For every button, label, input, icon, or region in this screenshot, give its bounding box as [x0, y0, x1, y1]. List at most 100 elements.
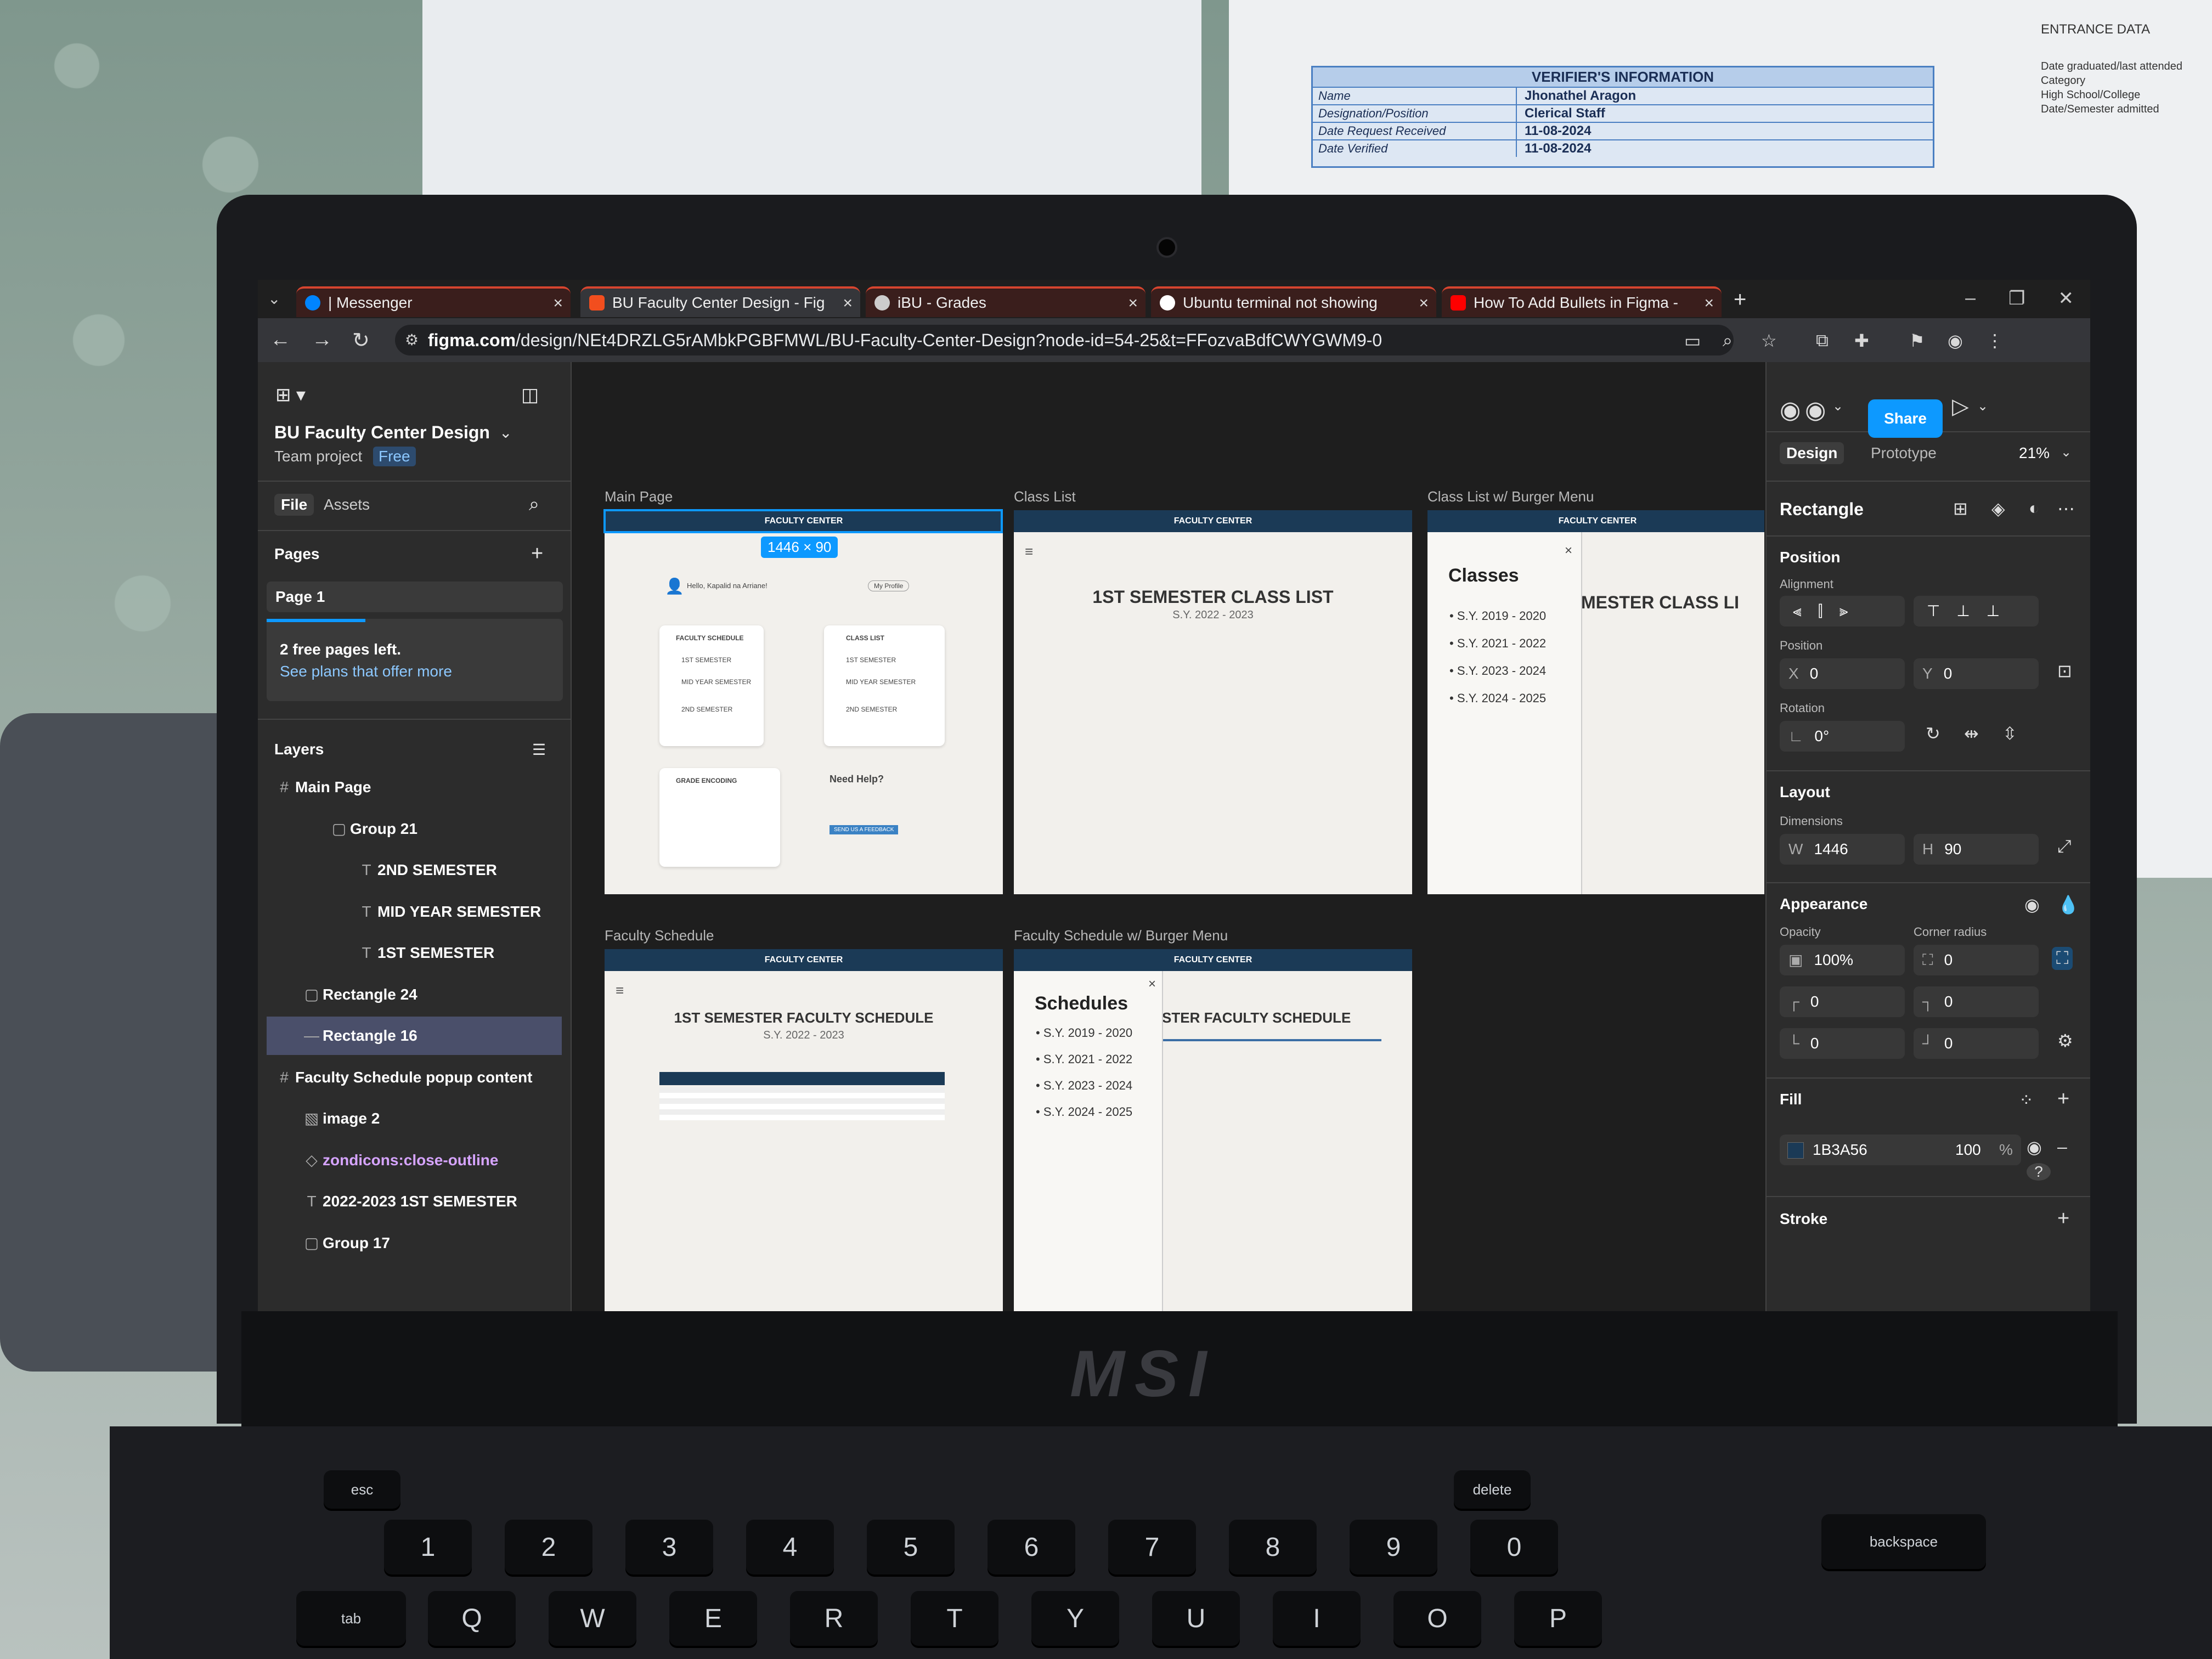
- key-y[interactable]: Y: [1031, 1591, 1119, 1646]
- layer-row[interactable]: — Rectangle 16: [267, 1017, 562, 1055]
- avatar[interactable]: ◉: [1780, 396, 1801, 424]
- chevron-down-icon[interactable]: ⌄: [2061, 444, 2072, 460]
- layer-row[interactable]: ▢ Group 21: [267, 810, 562, 848]
- tab-figma-design[interactable]: BU Faculty Center Design - Fig ×: [580, 286, 860, 317]
- key-esc[interactable]: esc: [324, 1470, 400, 1509]
- x-position-field[interactable]: X0: [1780, 658, 1905, 689]
- layer-row[interactable]: ▧ image 2: [267, 1099, 562, 1138]
- opacity-field[interactable]: ▣ 100%: [1780, 945, 1905, 975]
- layer-row[interactable]: ◇ zondicons:close-outline: [267, 1141, 562, 1180]
- key-8[interactable]: 8: [1229, 1520, 1317, 1575]
- close-icon[interactable]: ×: [1128, 294, 1138, 313]
- tab-design[interactable]: Design: [1780, 442, 1844, 464]
- key-6[interactable]: 6: [988, 1520, 1075, 1575]
- rotation-field[interactable]: ∟ 0°: [1780, 721, 1905, 752]
- zoom-icon[interactable]: ⌕: [1723, 330, 1733, 351]
- key-2[interactable]: 2: [505, 1520, 592, 1575]
- corner-bottom-right-field[interactable]: ┘ 0: [1914, 1028, 2039, 1059]
- present-play-icon[interactable]: ▷: [1952, 394, 1969, 419]
- frame-label-main-page[interactable]: Main Page: [605, 488, 673, 505]
- independent-corners-icon[interactable]: ⛶: [2052, 947, 2073, 970]
- tab-ubuntu-terminal[interactable]: Ubuntu terminal not showing ×: [1151, 286, 1436, 317]
- corner-radius-field[interactable]: ⛶ 0: [1914, 945, 2039, 975]
- layer-row[interactable]: ▢ Group 17: [267, 1224, 562, 1262]
- layers-list-icon[interactable]: ☰: [532, 741, 546, 759]
- key-e[interactable]: E: [669, 1591, 757, 1646]
- remove-fill-icon[interactable]: –: [2057, 1137, 2067, 1157]
- key-3[interactable]: 3: [625, 1520, 713, 1575]
- layer-row[interactable]: T 2022-2023 1ST SEMESTER: [267, 1182, 562, 1221]
- menu-dots-icon[interactable]: ⋮: [1986, 330, 2004, 351]
- minimize-icon[interactable]: –: [1965, 287, 1976, 309]
- vertical-alignment-controls[interactable]: ⊤⊥⊥: [1914, 596, 2039, 627]
- key-delete[interactable]: delete: [1454, 1470, 1531, 1509]
- layer-row[interactable]: # Main Page: [267, 768, 562, 806]
- fill-swatch[interactable]: [1787, 1142, 1804, 1159]
- help-icon[interactable]: ?: [2027, 1163, 2051, 1181]
- y-position-field[interactable]: Y0: [1914, 658, 2039, 689]
- flip-horizontal-icon[interactable]: ⇹: [1964, 723, 1979, 744]
- zoom-level[interactable]: 21%: [2019, 444, 2050, 462]
- team-name[interactable]: Team project: [274, 448, 362, 465]
- style-icon[interactable]: ◈: [1991, 498, 2005, 519]
- close-icon[interactable]: ×: [843, 294, 853, 313]
- layer-row[interactable]: T 1ST SEMESTER: [267, 934, 562, 972]
- constraints-icon[interactable]: ⊡: [2057, 661, 2072, 681]
- key-4[interactable]: 4: [746, 1520, 834, 1575]
- key-w[interactable]: W: [549, 1591, 636, 1646]
- close-icon[interactable]: ×: [1419, 294, 1429, 313]
- key-7[interactable]: 7: [1108, 1520, 1196, 1575]
- reload-icon[interactable]: ↻: [352, 328, 370, 353]
- corner-top-left-field[interactable]: ┌ 0: [1780, 986, 1905, 1017]
- height-field[interactable]: H 90: [1914, 834, 2039, 865]
- blend-mode-icon[interactable]: 💧: [2057, 894, 2079, 915]
- add-stroke-icon[interactable]: +: [2057, 1207, 2069, 1231]
- frame-class-list[interactable]: FACULTY CENTER ≡ 1ST SEMESTER CLASS LIST…: [1014, 510, 1412, 894]
- site-settings-icon[interactable]: ⚙: [405, 325, 419, 356]
- mask-icon[interactable]: ◐: [2029, 498, 2039, 518]
- corner-smoothing-icon[interactable]: ⚙: [2057, 1030, 2073, 1051]
- width-field[interactable]: W 1446: [1780, 834, 1905, 865]
- puzzle-icon[interactable]: ✚: [1854, 330, 1869, 351]
- key-r[interactable]: R: [790, 1591, 878, 1646]
- key-1[interactable]: 1: [384, 1520, 472, 1575]
- fill-visibility-icon[interactable]: ◉: [2027, 1137, 2042, 1158]
- visibility-eye-icon[interactable]: ◉: [2024, 894, 2040, 915]
- tab-prototype[interactable]: Prototype: [1871, 444, 1937, 462]
- chevron-down-icon[interactable]: ⌄: [1977, 398, 1988, 414]
- frame-faculty-schedule-burger[interactable]: FACULTY CENTER STER FACULTY SCHEDULE Sch…: [1014, 949, 1412, 1311]
- avatar[interactable]: ◉: [1805, 396, 1826, 424]
- forward-icon[interactable]: →: [312, 328, 332, 352]
- layer-row[interactable]: ▢ Rectangle 24: [267, 975, 562, 1014]
- tab-assets[interactable]: Assets: [324, 496, 370, 514]
- key-p[interactable]: P: [1514, 1591, 1602, 1646]
- key-o[interactable]: O: [1393, 1591, 1481, 1646]
- panel-toggle-icon[interactable]: ◫: [521, 384, 539, 406]
- page-item-page-1[interactable]: Page 1: [267, 582, 563, 612]
- star-icon[interactable]: ☆: [1761, 330, 1777, 351]
- frame-label-class-list[interactable]: Class List: [1014, 488, 1076, 505]
- key-backspace[interactable]: backspace: [1821, 1514, 1986, 1569]
- flip-vertical-icon[interactable]: ⇳: [2002, 723, 2017, 744]
- tab-ibu-grades[interactable]: iBU - Grades ×: [866, 286, 1146, 317]
- tab-file[interactable]: File: [274, 494, 314, 516]
- frame-label-class-list-burger[interactable]: Class List w/ Burger Menu: [1427, 488, 1594, 505]
- add-fill-icon[interactable]: +: [2057, 1087, 2069, 1111]
- frame-main-page[interactable]: FACULTY CENTER Hello, Kapalid na Arriane…: [605, 510, 1003, 894]
- key-5[interactable]: 5: [867, 1520, 955, 1575]
- more-icon[interactable]: ⋯: [2057, 498, 2075, 519]
- add-page-icon[interactable]: +: [531, 542, 543, 566]
- file-name[interactable]: BU Faculty Center Design: [274, 422, 490, 443]
- chevron-down-icon[interactable]: ⌄: [1832, 398, 1843, 414]
- chevron-down-icon[interactable]: ⌄: [499, 424, 512, 442]
- extension-icon[interactable]: ⚑: [1909, 330, 1925, 351]
- layer-row[interactable]: T MID YEAR SEMESTER: [267, 893, 562, 931]
- corner-top-right-field[interactable]: ┐ 0: [1914, 986, 2039, 1017]
- fill-styles-icon[interactable]: ⁘: [2019, 1090, 2034, 1110]
- frame-class-list-burger[interactable]: FACULTY CENTER MESTER CLASS LI Classes ×…: [1427, 510, 1764, 894]
- plans-link[interactable]: See plans that offer more: [280, 663, 452, 680]
- back-icon[interactable]: ←: [270, 328, 291, 352]
- figma-canvas[interactable]: Main Page FACULTY CENTER Hello, Kapalid …: [572, 362, 1764, 1311]
- key-9[interactable]: 9: [1350, 1520, 1437, 1575]
- share-button[interactable]: Share: [1868, 399, 1943, 438]
